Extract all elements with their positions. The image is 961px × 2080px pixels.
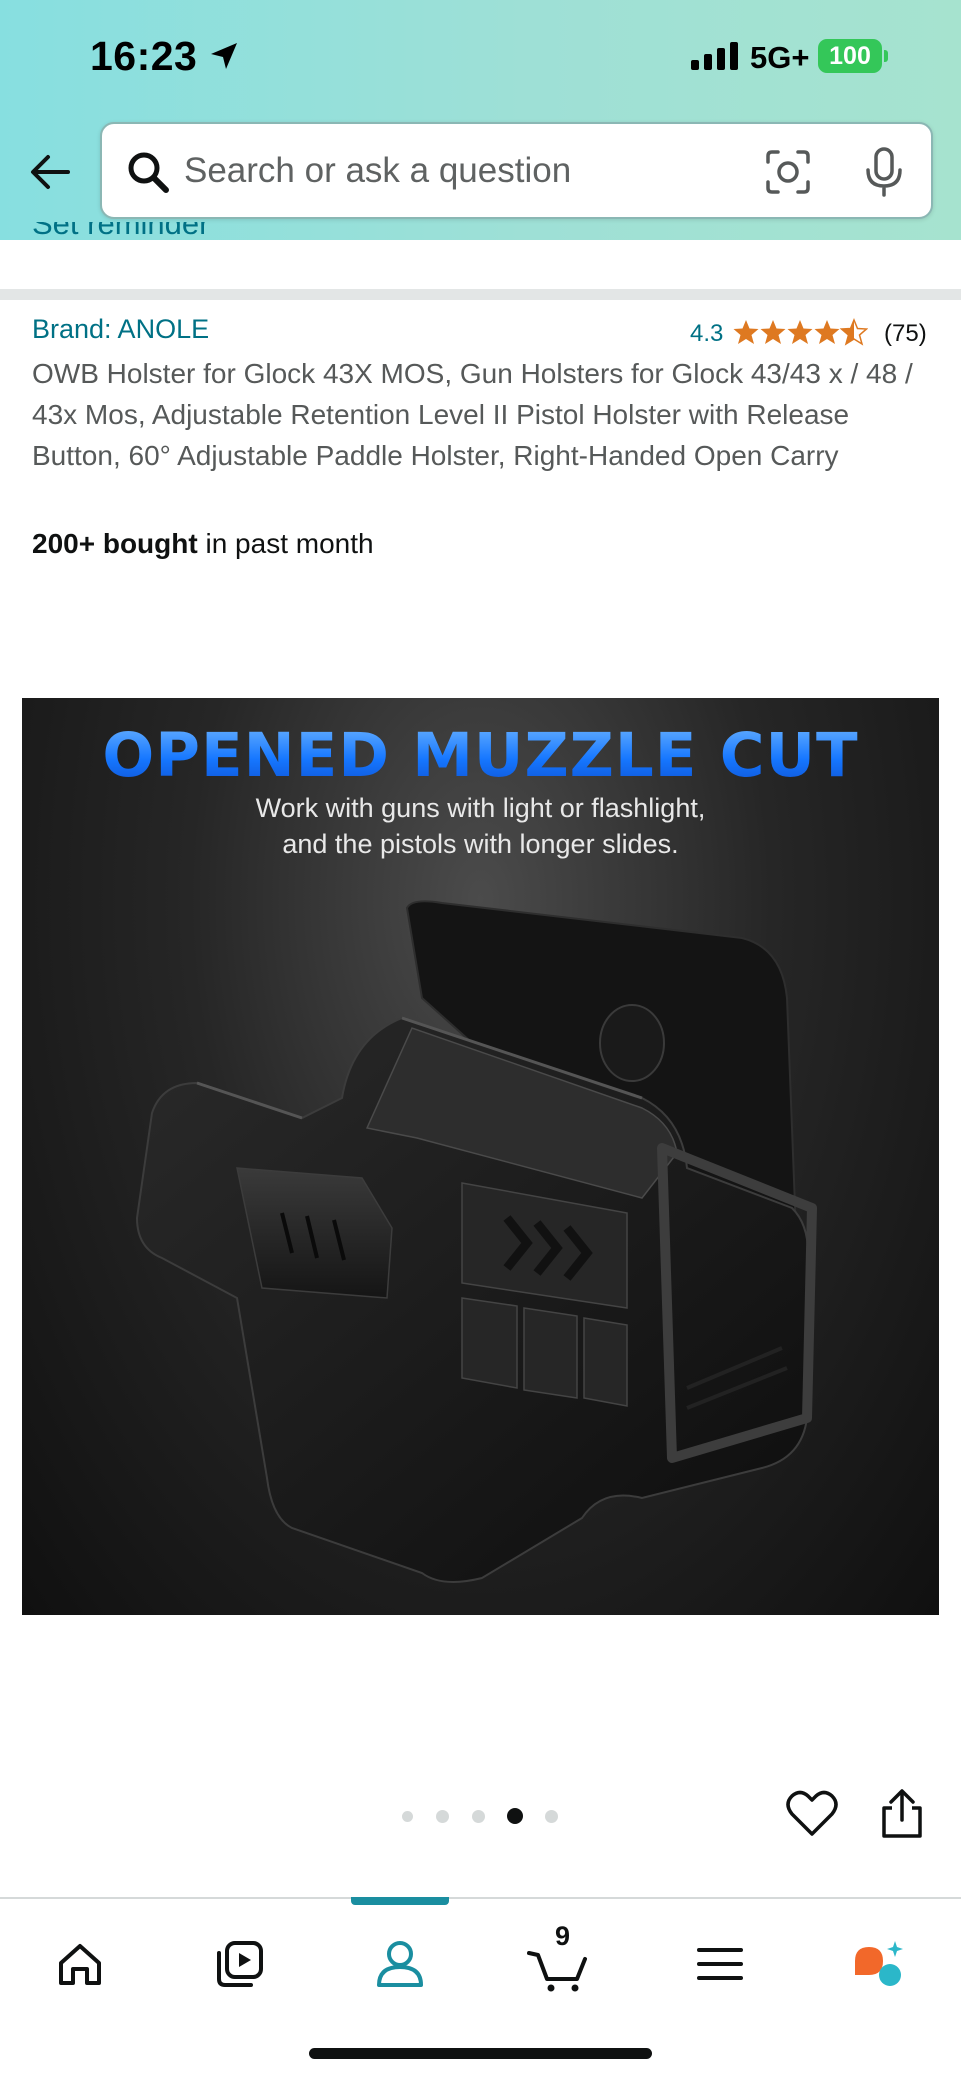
star-half-icon [840,319,868,345]
camera-icon[interactable] [764,148,812,196]
image-subtext-line2: and the pistols with longer slides. [282,829,679,859]
bought-bold: 200+ bought [32,528,198,559]
share-icon[interactable] [878,1788,926,1840]
carousel-dots[interactable] [400,1806,570,1826]
bought-count: 200+ bought in past month [32,528,374,560]
rating-value[interactable]: 4.3 [690,320,723,348]
star-full-icon [787,320,813,344]
carousel-dot[interactable] [436,1810,449,1823]
product-image[interactable]: OPENED MUZZLE CUT Work with guns with li… [22,698,939,1615]
star-full-icon [733,320,759,344]
header: 16:23 5G+ 100 [0,0,961,240]
battery-level: 100 [818,39,882,73]
nav-home[interactable] [45,1929,115,1999]
review-count[interactable]: (75) [884,320,927,348]
home-icon [59,1944,101,1985]
image-subtext-line1: Work with guns with light or flashlight, [255,793,706,823]
nav-cart[interactable]: 9 [525,1921,595,1999]
section-divider [0,289,961,300]
image-headline: OPENED MUZZLE CUT [22,720,939,791]
back-arrow-icon[interactable] [24,146,76,198]
battery-icon: 100 [818,39,888,73]
set-reminder-link[interactable]: Set reminder [32,222,209,240]
nav-active-indicator [351,1897,449,1905]
network-type: 5G+ [750,40,810,75]
bought-rest: in past month [197,528,374,559]
image-subtext: Work with guns with light or flashlight,… [22,790,939,862]
search-input[interactable] [184,138,744,204]
rufus-icon [855,1941,903,1986]
status-time: 16:23 [90,33,198,79]
cart-count: 9 [555,1921,571,1951]
menu-icon [697,1948,743,1980]
heart-icon[interactable] [786,1790,838,1838]
carousel-dot[interactable] [402,1811,413,1822]
carousel-dot[interactable] [472,1810,485,1823]
product-title: OWB Holster for Glock 43X MOS, Gun Holst… [32,358,913,471]
nav-rufus[interactable] [845,1929,915,1999]
carousel-dot[interactable] [545,1810,558,1823]
microphone-icon[interactable] [862,146,906,198]
nav-account[interactable] [365,1929,435,1999]
signal-icon [691,42,738,70]
home-indicator [309,2048,652,2059]
brand-link[interactable]: Brand: ANOLE [32,314,209,345]
video-icon [217,1941,263,1987]
nav-menu[interactable] [685,1929,755,1999]
star-rating[interactable] [733,318,868,346]
star-full-icon [760,320,786,344]
search-bar[interactable] [100,122,933,219]
star-full-icon [814,320,840,344]
nav-video[interactable] [205,1929,275,1999]
search-icon [128,152,169,193]
location-arrow-icon [211,43,237,69]
account-icon [377,1941,423,1987]
carousel-dot-active[interactable] [507,1808,523,1824]
